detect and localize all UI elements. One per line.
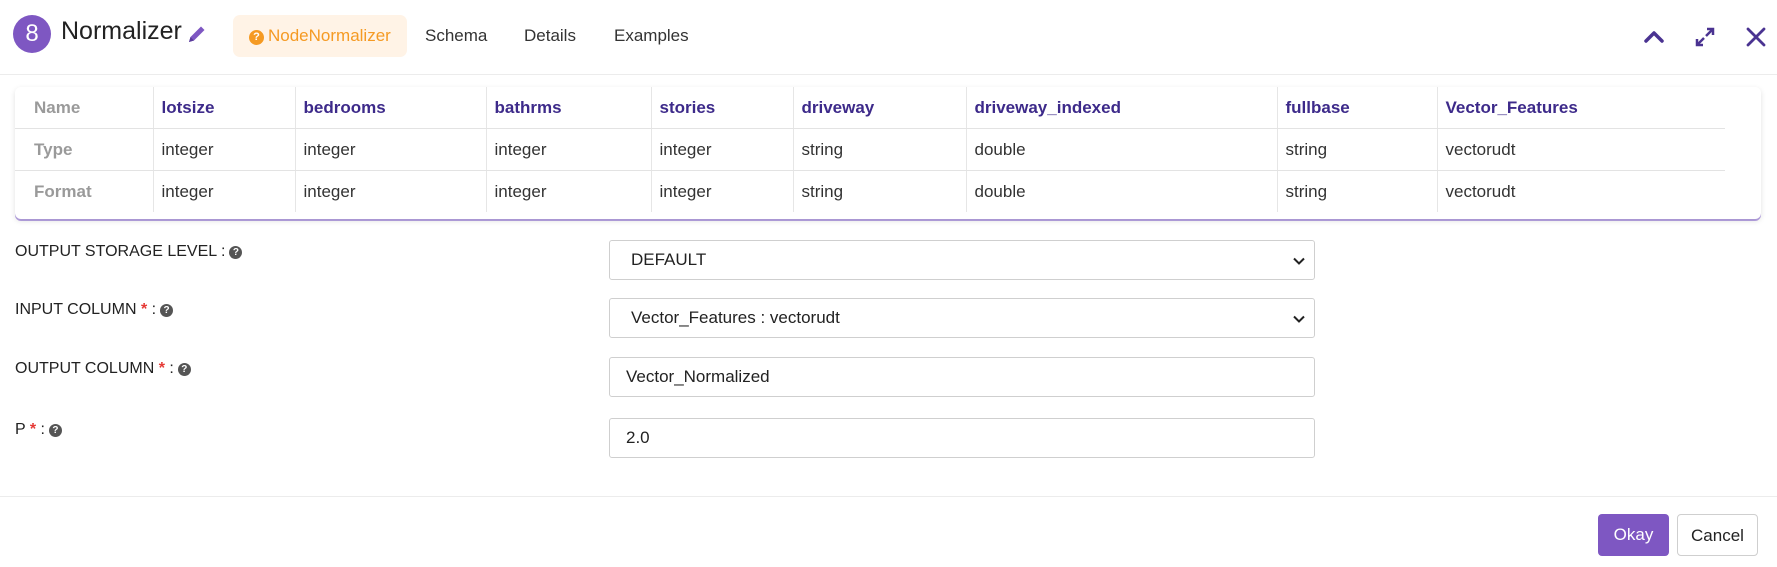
tab-label: NodeNormalizer — [268, 26, 391, 45]
table-row: Type integer integer integer integer str… — [15, 128, 1725, 171]
column-format: integer — [651, 170, 794, 212]
column-type: integer — [295, 128, 487, 171]
schema-table-card: Name lotsize bedrooms bathrms stories dr… — [15, 87, 1761, 219]
column-format: integer — [486, 170, 652, 212]
pencil-icon[interactable] — [186, 23, 208, 45]
column-format: vectorudt — [1445, 181, 1516, 201]
column-name: bathrms — [486, 87, 652, 129]
help-icon[interactable]: ? — [48, 424, 62, 437]
okay-button[interactable]: Okay — [1598, 514, 1669, 556]
help-icon[interactable]: ? — [160, 304, 174, 317]
p-label: P * :? — [15, 421, 62, 439]
select-value: DEFAULT — [631, 250, 707, 269]
required-asterisk: * — [140, 301, 148, 318]
close-icon[interactable] — [1743, 24, 1769, 50]
column-type: vectorudt — [1437, 128, 1725, 171]
column-format: string — [793, 170, 967, 212]
required-asterisk: * — [158, 360, 165, 377]
output-column-input[interactable]: Vector_Normalized — [609, 357, 1315, 397]
label-text: OUTPUT STORAGE LEVEL — [15, 243, 217, 260]
table-row: Name lotsize bedrooms bathrms stories dr… — [15, 87, 1725, 129]
tab-examples[interactable]: Examples — [614, 15, 689, 57]
label-text: P — [15, 421, 26, 438]
column-format: integer — [153, 170, 296, 212]
output-column-label: OUTPUT COLUMN * :? — [15, 360, 191, 378]
column-name: fullbase — [1277, 87, 1438, 129]
column-format: double — [966, 170, 1278, 212]
required-asterisk: * — [29, 421, 37, 438]
chevron-down-icon — [1293, 257, 1305, 265]
column-type: integer — [651, 128, 794, 171]
input-column-select[interactable]: Vector_Features : vectorudt — [609, 298, 1315, 338]
column-name: bedrooms — [295, 87, 487, 129]
column-type: double — [966, 128, 1278, 171]
column-name: stories — [651, 87, 794, 129]
column-type: integer — [486, 128, 652, 171]
column-type: string — [1277, 128, 1438, 171]
table-row: Format integer integer integer integer s… — [15, 170, 1725, 212]
chevron-up-icon[interactable] — [1641, 24, 1667, 50]
input-value: Vector_Normalized — [626, 367, 770, 386]
select-value: Vector_Features : vectorudt — [631, 308, 840, 327]
output-storage-level-select[interactable]: DEFAULT — [609, 240, 1315, 280]
dialog-header: 8 Normalizer ? NodeNormalizer Schema Deta… — [0, 0, 1777, 75]
output-storage-level-label: OUTPUT STORAGE LEVEL :? — [15, 243, 243, 261]
footer-divider — [0, 496, 1777, 497]
column-format: integer — [295, 170, 487, 212]
column-name: driveway — [793, 87, 967, 129]
expand-icon[interactable] — [1692, 24, 1718, 50]
column-name: lotsize — [153, 87, 296, 129]
tab-schema[interactable]: Schema — [425, 15, 487, 57]
column-format: string — [1277, 170, 1438, 212]
column-type: integer — [153, 128, 296, 171]
chevron-down-icon — [1293, 315, 1305, 323]
tab-nodenormalizer[interactable]: ? NodeNormalizer — [233, 15, 407, 57]
column-type: string — [793, 128, 967, 171]
label-text: OUTPUT COLUMN — [15, 360, 155, 377]
question-icon: ? — [249, 30, 264, 45]
column-name: Vector_Features — [1437, 87, 1725, 129]
label-text: INPUT COLUMN — [15, 301, 137, 318]
schema-table: Name lotsize bedrooms bathrms stories dr… — [15, 87, 1725, 212]
input-value: 2.0 — [626, 428, 650, 447]
row-header-format: Format — [15, 170, 154, 212]
cancel-button[interactable]: Cancel — [1677, 514, 1758, 556]
column-name: driveway_indexed — [966, 87, 1278, 129]
tab-details[interactable]: Details — [524, 15, 576, 57]
help-icon[interactable]: ? — [229, 246, 243, 259]
node-title: Normalizer — [61, 17, 182, 45]
node-number-badge: 8 — [13, 15, 51, 53]
help-icon[interactable]: ? — [177, 363, 191, 376]
row-header-name: Name — [15, 87, 154, 129]
input-column-label: INPUT COLUMN * :? — [15, 301, 174, 319]
row-header-type: Type — [15, 128, 154, 171]
p-input[interactable]: 2.0 — [609, 418, 1315, 458]
